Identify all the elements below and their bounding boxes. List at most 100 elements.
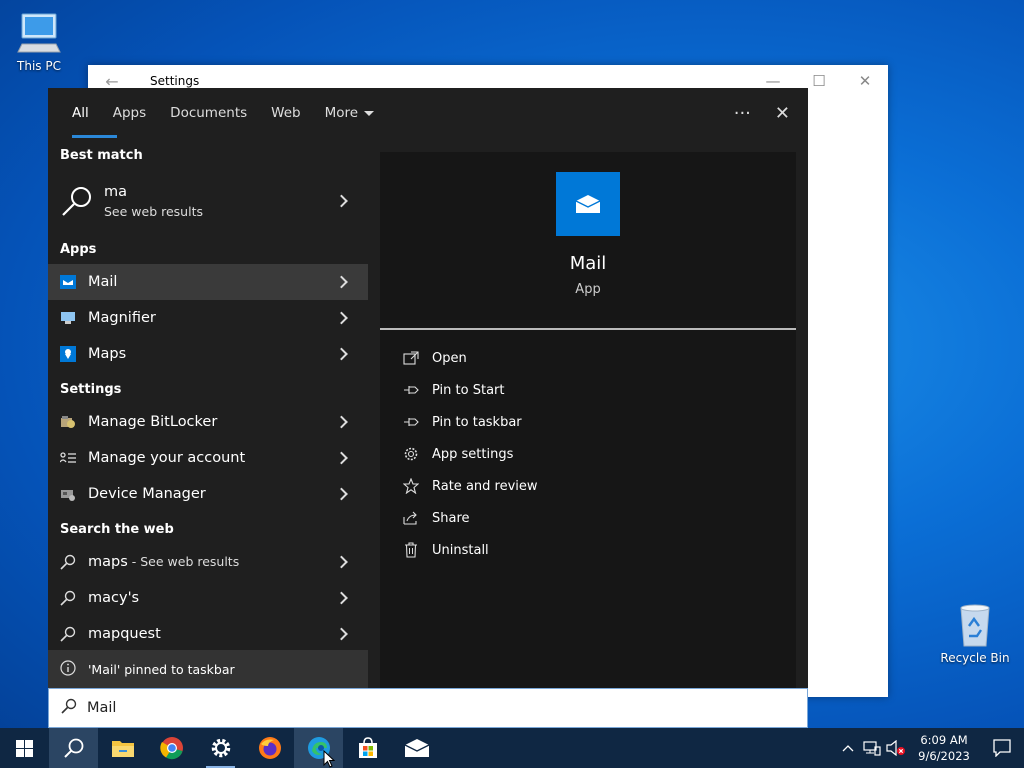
action-label: Pin to taskbar — [432, 414, 522, 430]
best-match-item[interactable]: ma See web results — [48, 170, 368, 232]
action-label: Pin to Start — [432, 382, 505, 398]
chevron-right-icon[interactable] — [335, 451, 348, 465]
app-item-label: Mail — [88, 274, 118, 290]
windows-logo-icon — [16, 739, 33, 757]
search-icon — [60, 554, 76, 570]
taskbar-clock[interactable]: 6:09 AM 9/6/2023 — [908, 732, 980, 764]
chevron-right-icon[interactable] — [335, 415, 348, 429]
best-match-subtitle: See web results — [104, 203, 203, 219]
results-list: Best match ma See web results Apps Mail — [48, 138, 368, 688]
open-icon — [402, 349, 420, 367]
web-item-label: mapquest — [88, 626, 161, 642]
taskbar-store[interactable] — [343, 728, 392, 768]
chevron-right-icon[interactable] — [335, 311, 348, 325]
device-manager-icon — [60, 486, 76, 502]
desktop-icon-recycle-bin[interactable]: Recycle Bin — [940, 602, 1010, 665]
preview-pane: Mail App Open Pin to Start Pin to taskba — [380, 152, 796, 688]
action-label: Share — [432, 510, 470, 526]
taskbar-firefox[interactable] — [245, 728, 294, 768]
account-list-icon — [60, 450, 76, 466]
taskbar-mail[interactable] — [392, 728, 441, 768]
search-input[interactable] — [87, 700, 687, 716]
volume-tray-icon[interactable] — [884, 728, 908, 768]
notification-icon — [993, 739, 1011, 757]
action-pin-to-start[interactable]: Pin to Start — [380, 374, 796, 406]
taskbar-file-explorer[interactable] — [98, 728, 147, 768]
preview-subtitle: App — [575, 282, 601, 297]
setting-item-manage-account[interactable]: Manage your account — [48, 440, 368, 476]
web-item-macys[interactable]: macy's — [48, 580, 368, 616]
tab-all[interactable]: All — [60, 88, 117, 138]
search-panel: All Apps Documents Web More ··· ✕ Best m… — [48, 88, 808, 688]
pin-icon — [402, 381, 420, 399]
mail-icon — [404, 739, 429, 757]
mail-app-tile — [556, 172, 620, 236]
chevron-right-icon[interactable] — [335, 347, 348, 361]
taskbar-edge[interactable] — [294, 728, 343, 768]
search-icon — [60, 626, 76, 642]
network-tray-icon[interactable] — [860, 728, 884, 768]
tab-more[interactable]: More — [313, 88, 386, 138]
setting-item-label: Manage BitLocker — [88, 414, 218, 430]
action-app-settings[interactable]: App settings — [380, 438, 796, 470]
action-share[interactable]: Share — [380, 502, 796, 534]
action-center-button[interactable] — [980, 728, 1024, 768]
store-icon — [358, 737, 377, 758]
app-item-label: Magnifier — [88, 310, 156, 326]
preview-actions: Open Pin to Start Pin to taskbar App set… — [380, 342, 796, 566]
desktop-icon-label: Recycle Bin — [940, 651, 1010, 665]
bitlocker-icon — [60, 414, 76, 430]
app-item-maps[interactable]: Maps — [48, 336, 368, 372]
taskbar: 6:09 AM 9/6/2023 — [0, 728, 1024, 768]
chevron-right-icon[interactable] — [335, 194, 348, 208]
chevron-right-icon[interactable] — [335, 591, 348, 605]
action-label: Uninstall — [432, 542, 489, 558]
action-open[interactable]: Open — [380, 342, 796, 374]
tab-apps[interactable]: Apps — [101, 88, 158, 138]
taskbar-settings[interactable] — [196, 728, 245, 768]
close-button[interactable]: ✕ — [842, 72, 888, 90]
setting-item-device-manager[interactable]: Device Manager — [48, 476, 368, 512]
setting-item-manage-bitlocker[interactable]: Manage BitLocker — [48, 404, 368, 440]
app-item-magnifier[interactable]: Magnifier — [48, 300, 368, 336]
show-hidden-icons-button[interactable] — [836, 728, 860, 768]
search-bar[interactable] — [48, 688, 808, 728]
preview-divider — [380, 328, 796, 330]
setting-item-label: Manage your account — [88, 450, 246, 466]
mouse-cursor-icon — [323, 750, 335, 768]
chevron-right-icon[interactable] — [335, 555, 348, 569]
tab-web[interactable]: Web — [259, 88, 312, 138]
start-button[interactable] — [0, 728, 49, 768]
info-icon — [60, 659, 76, 679]
tab-label: Web — [271, 105, 301, 121]
setting-item-label: Device Manager — [88, 486, 206, 502]
chrome-icon — [159, 737, 183, 760]
trash-icon — [402, 541, 420, 559]
tab-documents[interactable]: Documents — [158, 88, 259, 138]
mail-icon — [60, 274, 76, 290]
chevron-right-icon[interactable] — [335, 627, 348, 641]
search-icon — [60, 590, 76, 606]
recycle-bin-icon — [960, 604, 990, 647]
network-icon — [863, 741, 881, 756]
taskbar-chrome[interactable] — [147, 728, 196, 768]
app-item-mail[interactable]: Mail — [48, 264, 368, 300]
close-search-icon[interactable]: ✕ — [775, 103, 790, 124]
web-item-label: macy's — [88, 590, 140, 606]
chevron-right-icon[interactable] — [335, 275, 348, 289]
folder-icon — [111, 741, 134, 757]
action-rate-and-review[interactable]: Rate and review — [380, 470, 796, 502]
pinned-toast: 'Mail' pinned to taskbar — [48, 650, 368, 688]
web-item-maps[interactable]: maps - See web results — [48, 544, 368, 580]
chevron-right-icon[interactable] — [335, 487, 348, 501]
search-icon — [63, 738, 83, 758]
action-uninstall[interactable]: Uninstall — [380, 534, 796, 566]
gear-icon — [402, 445, 420, 463]
taskbar-search-button[interactable] — [49, 728, 98, 768]
more-options-icon[interactable]: ··· — [734, 103, 751, 124]
search-icon — [61, 698, 77, 718]
action-pin-to-taskbar[interactable]: Pin to taskbar — [380, 406, 796, 438]
web-item-mapquest[interactable]: mapquest — [48, 616, 368, 652]
desktop-icon-this-pc[interactable]: This PC — [4, 10, 74, 73]
share-icon — [402, 509, 420, 527]
